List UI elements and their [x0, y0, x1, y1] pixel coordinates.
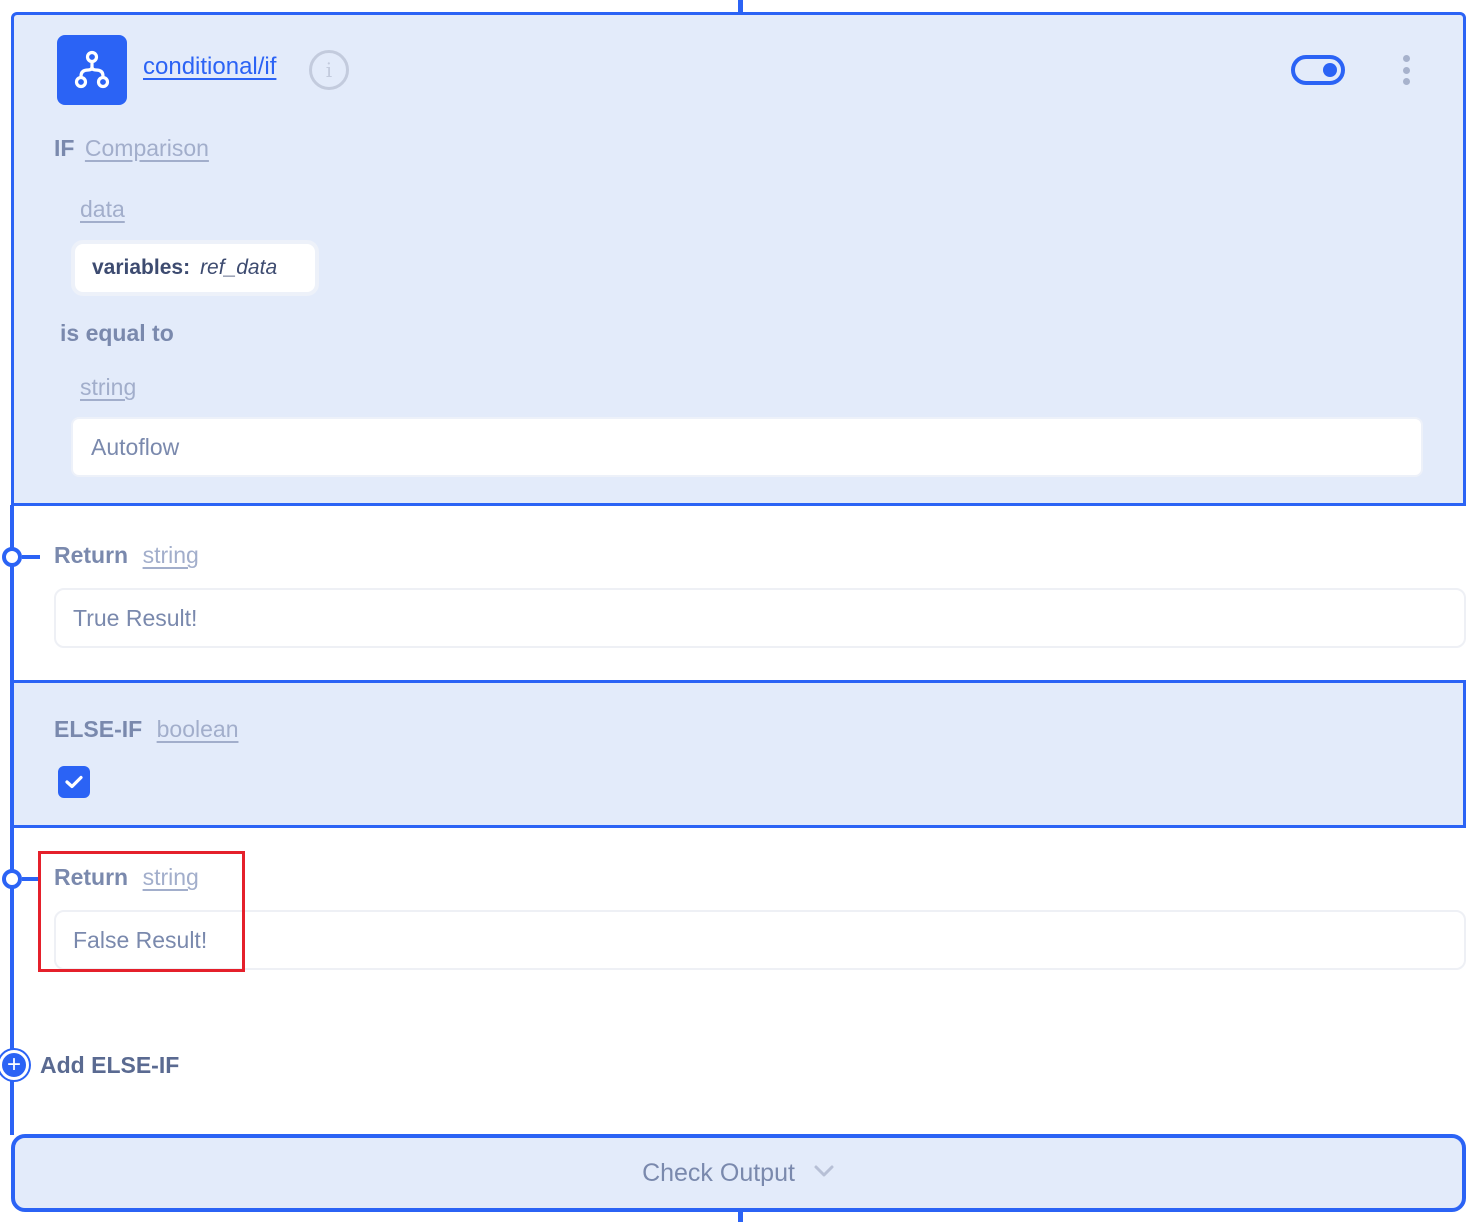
elseif-header: ELSE-IF boolean [54, 716, 238, 743]
string-type-link[interactable]: string [80, 374, 136, 401]
variable-key: variables: [92, 256, 191, 279]
connector-stub [22, 555, 40, 559]
comparison-type-link[interactable]: Comparison [85, 135, 209, 161]
true-return-header: Return string [54, 542, 199, 569]
enable-toggle[interactable] [1291, 55, 1345, 85]
compare-value-input[interactable]: Autoflow [71, 417, 1423, 477]
variable-value: ref_data [200, 256, 278, 279]
branch-icon [57, 35, 127, 105]
plus-icon: + [0, 1050, 29, 1080]
data-type-link[interactable]: data [80, 196, 125, 223]
node-title-link[interactable]: conditional/if [143, 53, 276, 81]
false-return-header: Return string [54, 864, 199, 891]
return-keyword: Return [54, 542, 129, 568]
toggle-knob [1323, 63, 1337, 77]
boolean-type-link[interactable]: boolean [157, 716, 239, 742]
true-result-input[interactable]: True Result! [54, 588, 1466, 648]
info-icon[interactable]: i [309, 50, 349, 90]
checkmark-icon [65, 775, 83, 789]
false-branch-connector[interactable] [2, 869, 22, 889]
more-options-icon[interactable] [1399, 55, 1413, 85]
chevron-down-icon [814, 1165, 834, 1177]
if-keyword: IF [54, 135, 75, 161]
connector-stub [22, 877, 40, 881]
check-output-button[interactable]: Check Output [11, 1134, 1466, 1212]
true-branch-connector[interactable] [2, 547, 22, 567]
flow-connector-bottom [738, 1210, 743, 1222]
add-elseif-button[interactable]: + Add ELSE-IF [0, 1050, 179, 1080]
add-elseif-label: Add ELSE-IF [40, 1051, 180, 1078]
operator-label[interactable]: is equal to [60, 320, 174, 347]
elseif-block: ELSE-IF boolean [11, 680, 1466, 828]
false-result-input[interactable]: False Result! [54, 910, 1466, 970]
if-block: conditional/if i IF Comparison data vari… [11, 12, 1466, 506]
return-type-link[interactable]: string [143, 864, 199, 890]
check-output-label: Check Output [642, 1158, 795, 1187]
if-header: IF Comparison [54, 135, 209, 162]
elseif-checkbox[interactable] [58, 766, 90, 798]
return-type-link[interactable]: string [143, 542, 199, 568]
variable-pill[interactable]: variables: ref_data [71, 240, 319, 296]
return-keyword: Return [54, 864, 129, 890]
elseif-keyword: ELSE-IF [54, 716, 143, 742]
